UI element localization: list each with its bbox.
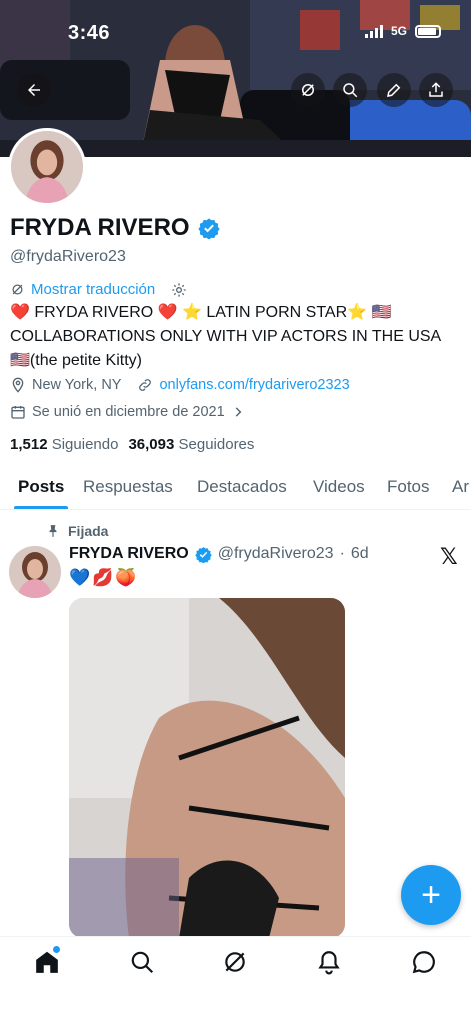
profile-name: FRYDA RIVERO bbox=[10, 214, 220, 242]
post-author-name[interactable]: FRYDA RIVERO bbox=[69, 545, 189, 563]
pinned-text: Fijada bbox=[68, 523, 109, 539]
grok-icon bbox=[12, 284, 23, 295]
followers-count: 36,093 bbox=[128, 436, 175, 453]
arrow-left-icon bbox=[28, 84, 40, 96]
tab-replies[interactable]: Respuestas bbox=[83, 477, 173, 497]
post-text: 💙💋🍑 bbox=[69, 568, 139, 587]
bio-line: ❤️ FRYDA RIVERO ❤️ ⭐ LATIN PORN STAR⭐ 🇺🇸 bbox=[10, 304, 392, 321]
followers-stat[interactable]: 36,093 Seguidores bbox=[128, 436, 254, 453]
status-indicators: 5G bbox=[364, 24, 441, 38]
profile-joined[interactable]: Se unió en diciembre de 2021 bbox=[10, 404, 245, 420]
grok-button[interactable] bbox=[291, 73, 325, 107]
bottom-navigation bbox=[0, 936, 471, 988]
share-button[interactable] bbox=[419, 73, 453, 107]
share-icon bbox=[429, 82, 443, 97]
profile-meta: New York, NY onlyfans.com/frydarivero232… bbox=[10, 377, 350, 393]
profile-tabs: Posts Respuestas Destacados Videos Fotos… bbox=[0, 470, 471, 510]
compose-button[interactable]: + bbox=[401, 865, 461, 925]
profile-avatar[interactable] bbox=[8, 128, 86, 206]
gear-icon[interactable] bbox=[171, 282, 187, 298]
pinned-label: Fijada bbox=[46, 523, 108, 539]
back-button[interactable] bbox=[17, 73, 51, 107]
profile-bio: ❤️ FRYDA RIVERO ❤️ ⭐ LATIN PORN STAR⭐ 🇺🇸… bbox=[10, 301, 465, 373]
following-count: 1,512 bbox=[10, 436, 48, 453]
profile-name-text: FRYDA RIVERO bbox=[10, 214, 190, 241]
post-separator: · bbox=[339, 545, 345, 562]
pencil-icon bbox=[387, 83, 401, 97]
follow-stats: 1,512 Siguiendo 36,093 Seguidores bbox=[10, 436, 254, 453]
tab-videos[interactable]: Videos bbox=[313, 477, 365, 497]
followers-label: Seguidores bbox=[178, 436, 255, 453]
chevron-right-icon bbox=[235, 407, 242, 417]
translate-label[interactable]: Mostrar traducción bbox=[31, 281, 155, 298]
profile-location: New York, NY bbox=[32, 377, 122, 393]
post-author-handle[interactable]: @frydaRivero23 bbox=[218, 545, 334, 563]
system-gesture-area bbox=[0, 988, 471, 1024]
edit-button[interactable] bbox=[377, 73, 411, 107]
location-icon bbox=[12, 377, 24, 393]
search-icon bbox=[131, 951, 154, 974]
bell-icon bbox=[318, 951, 340, 975]
signal-icon bbox=[364, 24, 383, 38]
nav-home[interactable] bbox=[34, 946, 62, 977]
bio-line: 🇺🇸(the petite Kitty) bbox=[10, 352, 142, 369]
battery-icon bbox=[415, 24, 441, 38]
tab-articles[interactable]: Ar bbox=[452, 477, 469, 497]
search-icon bbox=[343, 83, 358, 98]
status-time: 3:46 bbox=[68, 22, 111, 44]
following-stat[interactable]: 1,512 Siguiendo bbox=[10, 436, 118, 453]
nav-search[interactable] bbox=[129, 949, 157, 977]
tab-highlights[interactable]: Destacados bbox=[197, 477, 287, 497]
tab-posts[interactable]: Posts bbox=[18, 477, 64, 497]
post-photo bbox=[69, 598, 345, 938]
post-author-avatar[interactable] bbox=[9, 546, 61, 598]
network-type: 5G bbox=[390, 24, 407, 38]
verified-badge-icon[interactable] bbox=[197, 217, 220, 239]
post-media-image[interactable] bbox=[69, 598, 345, 938]
profile-website-link[interactable]: onlyfans.com/frydarivero2323 bbox=[159, 377, 349, 393]
pin-icon bbox=[49, 525, 57, 537]
grok-icon bbox=[302, 84, 314, 96]
joined-date: Se unió en diciembre de 2021 bbox=[32, 404, 225, 420]
profile-handle: @frydaRivero23 bbox=[10, 248, 126, 265]
calendar-icon bbox=[11, 406, 25, 419]
following-label: Siguiendo bbox=[51, 436, 119, 453]
link-icon bbox=[139, 379, 152, 391]
post-age: 6d bbox=[350, 545, 369, 562]
tab-photos[interactable]: Fotos bbox=[387, 477, 430, 497]
translate-bio[interactable]: Mostrar traducción bbox=[10, 281, 187, 298]
nav-messages[interactable] bbox=[411, 949, 439, 977]
chat-bubble-icon bbox=[412, 951, 435, 974]
profile-banner[interactable]: 3:46 5G bbox=[0, 0, 471, 157]
search-button[interactable] bbox=[333, 73, 367, 107]
post-header: FRYDA RIVERO @frydaRivero23 · 6d bbox=[69, 545, 369, 563]
verified-badge-icon bbox=[195, 546, 212, 563]
grok-icon bbox=[225, 952, 245, 972]
bio-line: COLLABORATIONS ONLY WITH VIP ACTORS IN T… bbox=[10, 328, 442, 345]
x-logo-icon: 𝕏 bbox=[440, 544, 458, 569]
avatar-image bbox=[11, 131, 83, 203]
status-bar: 3:46 5G bbox=[0, 22, 471, 48]
active-tab-indicator bbox=[14, 506, 68, 509]
notification-dot bbox=[53, 946, 60, 953]
nav-notifications[interactable] bbox=[316, 949, 344, 977]
avatar-image bbox=[9, 546, 61, 598]
nav-grok[interactable] bbox=[222, 949, 250, 977]
